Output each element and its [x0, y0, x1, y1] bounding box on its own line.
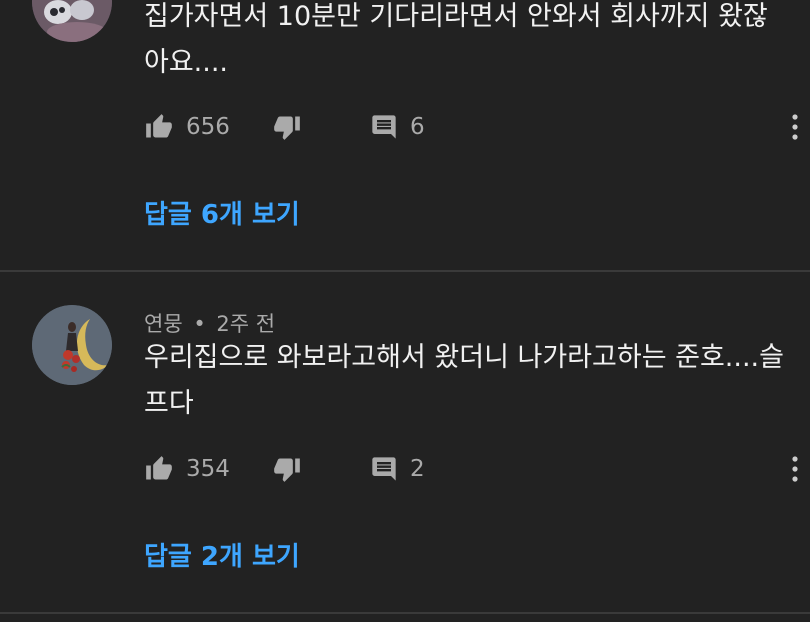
- thumb-down-icon: [272, 113, 302, 141]
- thumb-up-icon: [144, 455, 174, 483]
- more-vertical-icon[interactable]: [790, 455, 800, 483]
- like-count: 354: [186, 456, 230, 482]
- view-replies-button[interactable]: 답글 2개 보기: [144, 536, 300, 573]
- comment-actions: 656 6: [144, 107, 810, 147]
- avatar[interactable]: [32, 0, 112, 42]
- comment-header: 연뭉 • 2주 전: [144, 308, 275, 338]
- comment-icon: [370, 113, 398, 141]
- more-vertical-icon[interactable]: [790, 113, 800, 141]
- comment-text: 우리집으로 와보라고해서 왔더니 나가라고하는 준호....슬프다: [144, 342, 784, 419]
- thumb-up-icon: [144, 113, 174, 141]
- author-name[interactable]: 연뭉: [144, 312, 183, 336]
- avatar[interactable]: [32, 305, 112, 385]
- comment-item: 집가자면서 10분만 기다리라면서 안와서 회사까지 왔잖아요.... 656 …: [0, 0, 810, 270]
- divider: [0, 612, 810, 614]
- like-count: 656: [186, 114, 230, 140]
- like-button[interactable]: 656: [144, 107, 230, 147]
- view-replies-button[interactable]: 답글 6개 보기: [144, 194, 300, 231]
- thumb-down-icon: [272, 455, 302, 483]
- reply-count: 6: [410, 114, 425, 140]
- dislike-button[interactable]: [272, 449, 302, 489]
- comment-item: 연뭉 • 2주 전 우리집으로 와보라고해서 왔더니 나가라고하는 준호....…: [0, 272, 810, 612]
- reply-button[interactable]: 2: [370, 449, 425, 489]
- comment-icon: [370, 455, 398, 483]
- comment-text: 집가자면서 10분만 기다리라면서 안와서 회사까지 왔잖아요....: [144, 1, 768, 78]
- like-button[interactable]: 354: [144, 449, 230, 489]
- separator-dot: •: [193, 312, 206, 336]
- reply-count: 2: [410, 456, 425, 482]
- dislike-button[interactable]: [272, 107, 302, 147]
- timestamp[interactable]: 2주 전: [216, 312, 275, 336]
- reply-button[interactable]: 6: [370, 107, 425, 147]
- comment-actions: 354 2: [144, 449, 810, 489]
